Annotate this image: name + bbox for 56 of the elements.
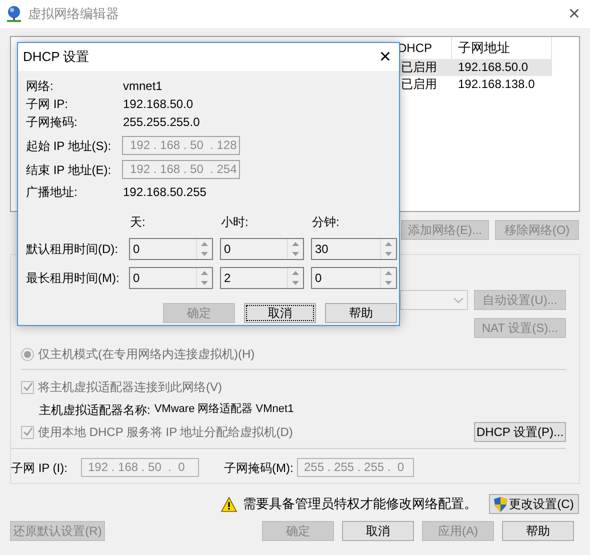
dropdown[interactable] bbox=[400, 290, 468, 310]
spin-value[interactable]: 0 bbox=[221, 239, 287, 259]
field-label: 子网 IP: bbox=[26, 96, 70, 113]
radio-label: 仅主机模式(在专用网络内连接虚拟机)(H) bbox=[38, 346, 255, 363]
help-button[interactable]: 帮助 bbox=[502, 521, 574, 541]
table-cell-text: 已启用 bbox=[400, 59, 438, 76]
spin-value[interactable]: 0 bbox=[130, 239, 196, 259]
field-value: vmnet1 bbox=[123, 78, 162, 95]
subnet-ip-label: 子网 IP (I): bbox=[11, 460, 68, 476]
spin-value[interactable]: 30 bbox=[312, 239, 380, 259]
spin-value[interactable]: 0 bbox=[130, 268, 196, 288]
table-row[interactable]: 已启用 192.168.138.0 bbox=[398, 76, 552, 93]
change-settings-button[interactable]: 更改设置(C) bbox=[489, 494, 579, 514]
table-row[interactable]: 已启用 192.168.50.0 bbox=[398, 59, 552, 76]
network-globe-icon bbox=[6, 5, 22, 23]
close-button[interactable]: × bbox=[379, 47, 391, 67]
spin-value[interactable]: 2 bbox=[221, 268, 287, 288]
dhcp-settings-button[interactable]: DHCP 设置(P)... bbox=[474, 422, 566, 442]
column-label: 分钟: bbox=[311, 214, 340, 231]
adapter-name-value: VMware 网络适配器 VMnet1 bbox=[154, 402, 294, 417]
dialog-title: DHCP 设置 bbox=[23, 48, 90, 66]
field-label: 网络: bbox=[26, 78, 54, 95]
table-cell: 192.168.50.0 bbox=[458, 59, 528, 76]
field-value: 192.168.50.0 bbox=[123, 96, 194, 113]
field-label: 起始 IP 地址(S): bbox=[26, 138, 112, 154]
warning-icon bbox=[221, 496, 237, 512]
field-label: 默认租用时间(D): bbox=[26, 241, 119, 258]
spin-box[interactable]: 30 bbox=[311, 238, 397, 260]
table-cell-text: 已启用 bbox=[400, 76, 438, 93]
spin-box[interactable]: 0 bbox=[220, 238, 304, 260]
field-label: 广播地址: bbox=[26, 184, 78, 201]
shield-icon bbox=[494, 496, 508, 512]
help-button[interactable]: 帮助 bbox=[325, 303, 397, 323]
table-cell: 192.168.138.0 bbox=[458, 76, 535, 93]
cancel-button[interactable]: 取消 bbox=[244, 303, 316, 323]
checkbox-label: 使用本地 DHCP 服务将 IP 地址分配给虚拟机(D) bbox=[38, 424, 293, 441]
field-label: 最长租用时间(M): bbox=[26, 270, 120, 287]
spin-box[interactable]: 0 bbox=[129, 238, 213, 260]
field-label: 结束 IP 地址(E): bbox=[26, 162, 112, 178]
field-value: 255.255.255.0 bbox=[123, 114, 200, 131]
admin-warning-text: 需要具备管理员特权才能修改网络配置。 bbox=[243, 495, 477, 514]
checkbox-label: 将主机虚拟适配器连接到此网络(V) bbox=[38, 379, 222, 396]
cancel-button[interactable]: 取消 bbox=[342, 521, 414, 541]
adapter-name-label: 主机虚拟适配器名称: bbox=[39, 402, 150, 419]
column-label: 天: bbox=[129, 214, 146, 231]
close-button[interactable]: × bbox=[568, 4, 580, 24]
chevron-down-icon bbox=[454, 298, 463, 302]
spin-box[interactable]: 0 bbox=[311, 267, 397, 289]
subnet-mask-label: 子网掩码(M): bbox=[224, 460, 294, 476]
column-label: 小时: bbox=[220, 214, 250, 231]
spin-box[interactable]: 0 bbox=[129, 267, 213, 289]
field-value: 192.168.50.255 bbox=[123, 184, 206, 201]
field-label: 子网掩码: bbox=[26, 114, 78, 131]
spin-box[interactable]: 2 bbox=[220, 267, 304, 289]
window-title: 虚拟网络编辑器 bbox=[28, 5, 120, 24]
spin-value[interactable]: 0 bbox=[312, 268, 380, 288]
